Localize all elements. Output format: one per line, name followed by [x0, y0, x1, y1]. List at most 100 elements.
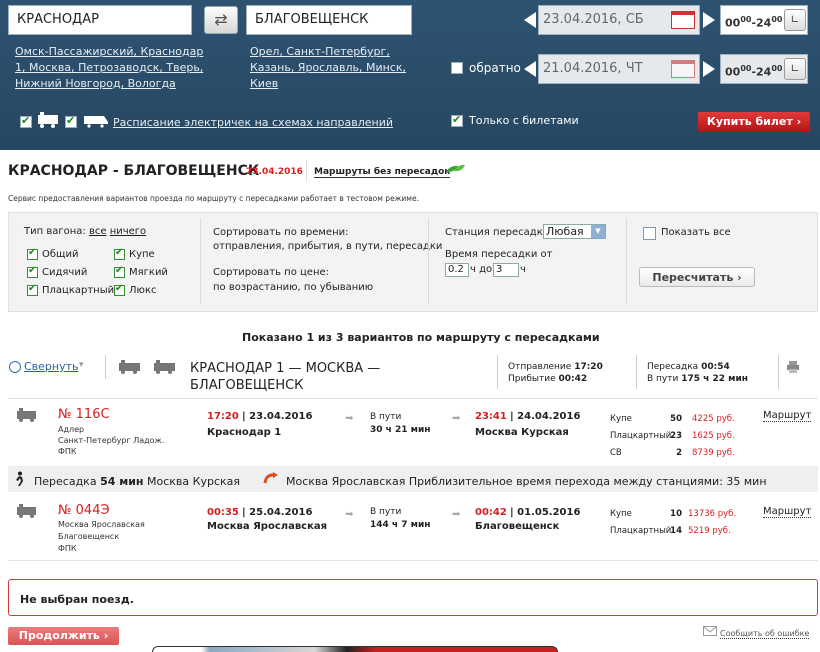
car-type-kupe-checkbox[interactable]	[114, 247, 125, 260]
recalculate-button[interactable]: Пересчитать ›	[639, 267, 755, 287]
route-date: 23.04.2016	[246, 167, 303, 177]
from-station-input[interactable]: КРАСНОДАР	[8, 5, 192, 35]
sort-time-options[interactable]: отправления, прибытия, в пути, пересадки	[213, 241, 442, 252]
to-suggestion-line[interactable]: Казань, Ярославль, Минск,	[250, 61, 406, 74]
print-icon[interactable]	[786, 360, 800, 374]
car-type-label: Мягкий	[129, 267, 168, 278]
suburban-train-icon	[84, 116, 108, 128]
date-back-text: 21.04.2016, ЧТ	[543, 61, 643, 76]
departure-station: Краснодар 1	[207, 427, 282, 438]
continue-button[interactable]: Продолжить ›	[8, 627, 119, 645]
train-route: Москва Ярославская Благовещенск ФПК	[58, 520, 145, 553]
no-train-selected: Не выбран поезд.	[20, 593, 134, 606]
arrival: 00:42 | 01.05.2016	[475, 507, 581, 518]
no-transfer-routes-link[interactable]: Маршруты без пересадок	[314, 167, 451, 178]
divider	[8, 398, 818, 399]
travel-time: В пути 144 ч 7 мин	[370, 507, 431, 530]
arrow-right-icon: ➡	[452, 413, 461, 424]
prev-return-date-arrow[interactable]	[524, 61, 536, 77]
from-suggestion-line[interactable]: 1, Москва, Петрозаводск, Тверь,	[15, 61, 203, 74]
mail-icon	[703, 626, 717, 636]
transfer-min-input[interactable]: 0.2	[445, 263, 469, 277]
sort-price-options[interactable]: по возрастанию, по убыванию	[213, 282, 373, 293]
swap-stations-button[interactable]: ⇄	[204, 6, 238, 34]
divider	[200, 218, 201, 304]
clock-icon[interactable]: ∟	[784, 58, 806, 80]
only-with-tickets-checkbox[interactable]	[451, 113, 463, 127]
sort-price-label: Сортировать по цене:	[213, 267, 330, 278]
date-there-text: 23.04.2016, СБ	[543, 12, 644, 27]
car-type-platzkart-checkbox[interactable]	[27, 283, 38, 296]
car-type-label: Люкс	[129, 285, 157, 296]
show-all-label: Показать все	[661, 227, 731, 238]
train-icon	[38, 112, 58, 128]
divider	[428, 218, 429, 304]
car-type-soft-checkbox[interactable]	[114, 265, 125, 278]
calendar-icon[interactable]	[671, 60, 695, 78]
select-all-link[interactable]: все	[89, 226, 107, 237]
only-with-tickets-label: Только с билетами	[469, 114, 579, 127]
train-icon	[17, 504, 36, 518]
divider	[778, 355, 779, 389]
seat-prices[interactable]: 13736 руб. 5219 руб.	[688, 506, 736, 540]
return-checkbox[interactable]	[451, 62, 463, 74]
transfer-time-label: Время пересадки от	[445, 249, 553, 260]
arrival-station: Благовещенск	[475, 521, 560, 532]
option-route: КРАСНОДАР 1 — МОСКВА — БЛАГОВЕЩЕНСК	[190, 361, 381, 393]
select-none-link[interactable]: ничего	[110, 226, 146, 237]
show-all-checkbox[interactable]	[643, 227, 656, 240]
suburban-filter-checkbox[interactable]	[65, 114, 77, 128]
from-suggestion-line[interactable]: Нижний Новгород, Вологда	[15, 77, 176, 90]
route-title: КРАСНОДАР - БЛАГОВЕЩЕНСК	[8, 163, 260, 179]
transfer-station-select[interactable]: Любая ▼	[543, 224, 606, 239]
divider	[497, 355, 498, 389]
to-suggestions: Орел, Санкт-Петербург, Казань, Ярославль…	[250, 44, 420, 92]
train-route: Адлер Санкт-Петербург Ладож. ФПК	[58, 425, 165, 456]
car-type-label: Плацкартный	[42, 285, 115, 296]
to-station-input[interactable]: БЛАГОВЕЩЕНСК	[246, 5, 412, 35]
to-suggestion-line[interactable]: Орел, Санкт-Петербург,	[250, 45, 390, 58]
ad-banner[interactable]	[152, 646, 558, 652]
buy-ticket-button[interactable]: Купить билет ›	[698, 112, 810, 132]
to-suggestion-line[interactable]: Киев	[250, 77, 278, 90]
train-icon	[119, 360, 140, 374]
report-error-link[interactable]: Сообщить об ошибке	[720, 629, 810, 639]
train-number[interactable]: № 044Э	[58, 503, 110, 518]
clock-icon[interactable]: ∟	[784, 9, 806, 31]
schedule-link[interactable]: Расписание электричек на схемах направле…	[113, 115, 393, 131]
route-link[interactable]: Маршрут	[763, 506, 812, 518]
chevron-down-icon: ▼	[591, 225, 605, 238]
transfer-max-input[interactable]: 3	[493, 263, 519, 277]
calendar-icon[interactable]	[671, 11, 695, 29]
option-times: Отправление 17:20 Прибытие 00:42	[508, 362, 603, 384]
route-link[interactable]: Маршрут	[763, 410, 812, 422]
departure-station: Москва Ярославская	[207, 521, 328, 532]
car-type-label: Тип вагона: все ничего	[24, 226, 147, 237]
car-type-seated-checkbox[interactable]	[27, 265, 38, 278]
arrow-right-icon: ➡	[452, 509, 461, 520]
prev-date-arrow[interactable]	[524, 12, 536, 28]
from-suggestions: Омск-Пассажирский, Краснодар 1, Москва, …	[15, 44, 215, 92]
transfer-info: Пересадка 54 мин Москва Курская	[34, 475, 240, 488]
to-word: ч до	[470, 264, 493, 275]
next-date-arrow[interactable]	[703, 12, 715, 28]
arrival: 23:41 | 24.04.2016	[475, 411, 581, 422]
divider	[626, 218, 627, 304]
car-type-label: Сидячий	[42, 267, 88, 278]
car-type-general-checkbox[interactable]	[27, 247, 38, 260]
train-filter-checkbox[interactable]	[20, 114, 32, 128]
travel-time: В пути 30 ч 21 мин	[370, 412, 431, 435]
train-number[interactable]: № 116С	[58, 407, 110, 422]
car-type-label: Общий	[42, 249, 79, 260]
next-return-date-arrow[interactable]	[703, 61, 715, 77]
radio-icon[interactable]	[9, 361, 21, 373]
option-transfer: Пересадка 00:54 В пути 175 ч 22 мин	[647, 362, 748, 384]
collapse-link[interactable]: Свернуть	[24, 360, 79, 373]
transfer-walk-info: Москва Ярославская Приблизительное время…	[286, 475, 767, 488]
departure: 00:35 | 25.04.2016	[207, 507, 313, 518]
divider	[306, 160, 307, 182]
car-type-lux-checkbox[interactable]	[114, 283, 125, 296]
divider	[8, 560, 818, 561]
from-suggestion-line[interactable]: Омск-Пассажирский, Краснодар	[15, 45, 203, 58]
seat-prices[interactable]: 4225 руб. 1625 руб. 8739 руб.	[692, 411, 735, 462]
